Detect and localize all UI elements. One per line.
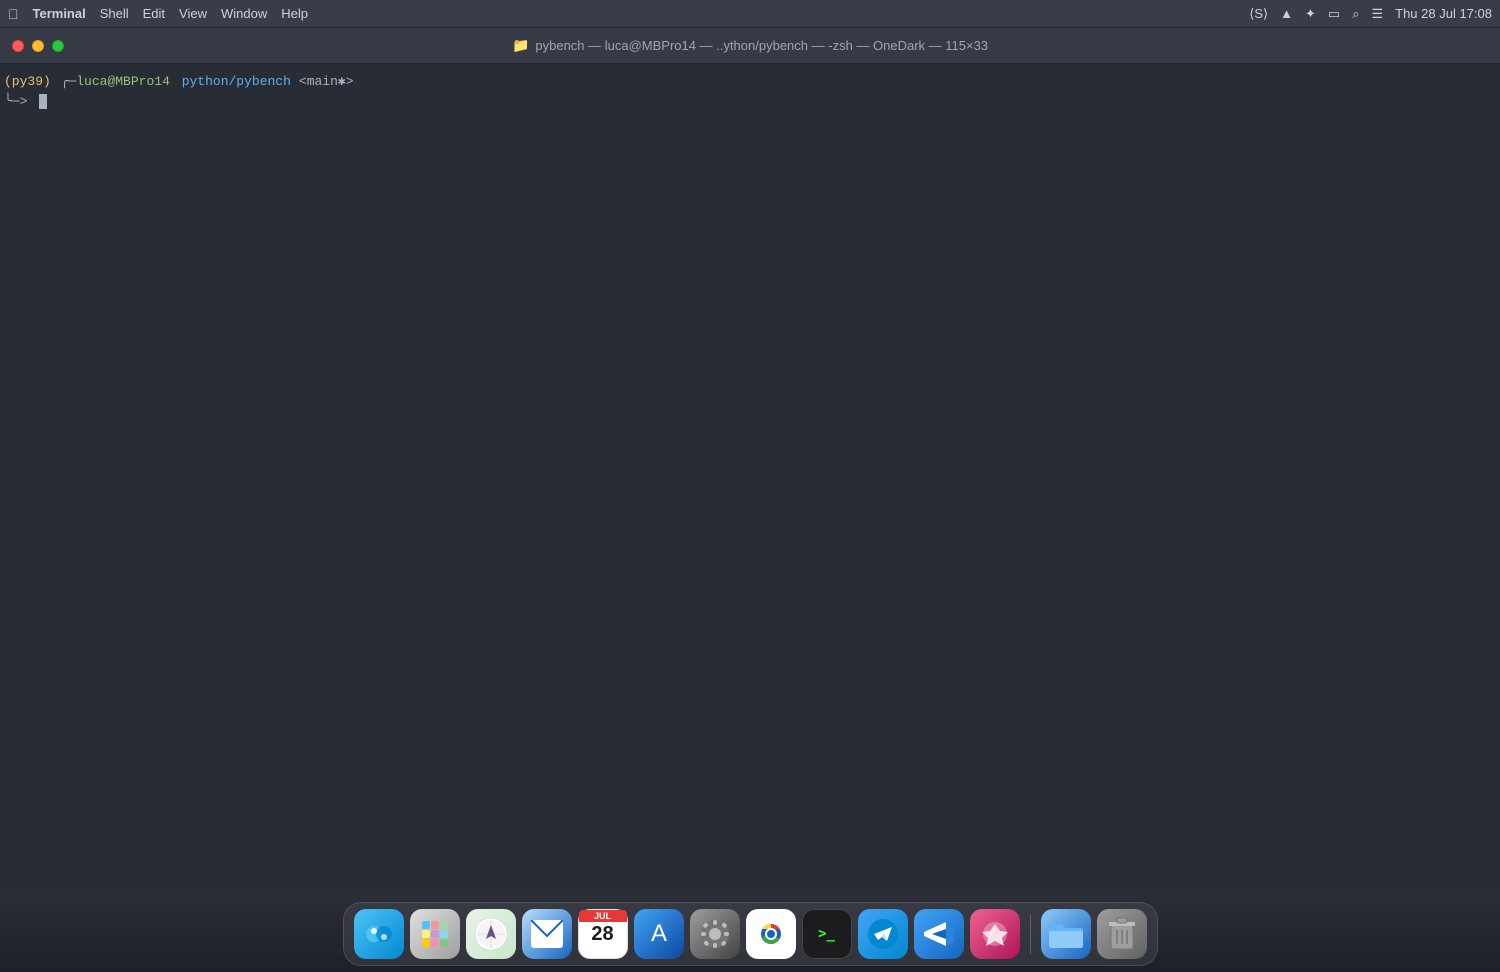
user-host: luca@MBPro14	[76, 72, 170, 92]
dock-item-terminal[interactable]: >_	[802, 909, 852, 959]
prompt-path: python/pybench	[182, 72, 291, 92]
prompt-row1: (py39) ╭─ luca@MBPro14 python/pybench <m…	[4, 72, 354, 92]
notification-icon[interactable]: ☰	[1371, 6, 1383, 22]
dock-item-vscode[interactable]	[914, 909, 964, 959]
terminal-content[interactable]: (py39) ╭─ luca@MBPro14 python/pybench <m…	[0, 64, 1500, 892]
datetime: Thu 28 Jul 17:08	[1395, 6, 1492, 21]
env-indicator: (py39)	[4, 72, 51, 92]
dock-item-appstore[interactable]: A	[634, 909, 684, 959]
dock-item-chrome[interactable]	[746, 909, 796, 959]
prompt-arrow-top: ╭─	[53, 72, 76, 92]
dock-item-mail[interactable]	[522, 909, 572, 959]
dock: JUL 28 A	[343, 902, 1158, 966]
window-title: 📁 pybench — luca@MBPro14 — ..ython/pyben…	[512, 37, 988, 54]
dock-item-finder[interactable]	[354, 909, 404, 959]
folder-icon: 📁	[512, 37, 529, 54]
dock-item-telegram[interactable]	[858, 909, 908, 959]
prompt-row2: ╰─>	[4, 92, 47, 112]
menu-view[interactable]: View	[179, 6, 207, 21]
dock-item-folder[interactable]	[1041, 909, 1091, 959]
menubar-left:  Terminal Shell Edit View Window Help	[8, 6, 308, 22]
prompt-line: (py39) ╭─ luca@MBPro14 python/pybench <m…	[4, 72, 1496, 111]
battery-icon[interactable]: ▭	[1328, 6, 1340, 22]
dock-item-launchpad[interactable]	[410, 909, 460, 959]
space	[170, 72, 178, 92]
menubar-right: ⟨S⟩ ▲ ✦ ▭ ⌕ ☰ Thu 28 Jul 17:08	[1249, 6, 1492, 22]
menu-terminal[interactable]: Terminal	[33, 6, 86, 21]
dock-item-custom[interactable]	[970, 909, 1020, 959]
terminal-window: 📁 pybench — luca@MBPro14 — ..ython/pyben…	[0, 28, 1500, 892]
traffic-lights	[12, 40, 64, 52]
dock-item-preferences[interactable]	[690, 909, 740, 959]
menu-help[interactable]: Help	[281, 6, 308, 21]
dock-item-calendar[interactable]: JUL 28	[578, 909, 628, 959]
menu-shell[interactable]: Shell	[100, 6, 129, 21]
maximize-button[interactable]	[52, 40, 64, 52]
close-button[interactable]	[12, 40, 24, 52]
titlebar: 📁 pybench — luca@MBPro14 — ..ython/pyben…	[0, 28, 1500, 64]
git-branch: <main✱>	[299, 72, 354, 92]
terminal-cursor	[39, 94, 47, 109]
siri-icon[interactable]: ⟨S⟩	[1249, 6, 1268, 22]
wifi-icon[interactable]: ▲	[1280, 6, 1293, 21]
menu-window[interactable]: Window	[221, 6, 267, 21]
dock-container: JUL 28 A	[0, 892, 1500, 972]
minimize-button[interactable]	[32, 40, 44, 52]
svg-text:A: A	[650, 920, 666, 947]
dock-separator	[1030, 914, 1031, 954]
prompt-continuation: ╰─>	[4, 92, 27, 112]
menubar:  Terminal Shell Edit View Window Help ⟨…	[0, 0, 1500, 28]
apple-menu[interactable]: 	[8, 6, 19, 22]
bluetooth-icon[interactable]: ✦	[1305, 6, 1316, 22]
menu-edit[interactable]: Edit	[143, 6, 165, 21]
search-icon[interactable]: ⌕	[1352, 6, 1359, 22]
prompt-space	[31, 92, 39, 112]
dock-item-trash[interactable]	[1097, 909, 1147, 959]
dock-item-safari[interactable]	[466, 909, 516, 959]
